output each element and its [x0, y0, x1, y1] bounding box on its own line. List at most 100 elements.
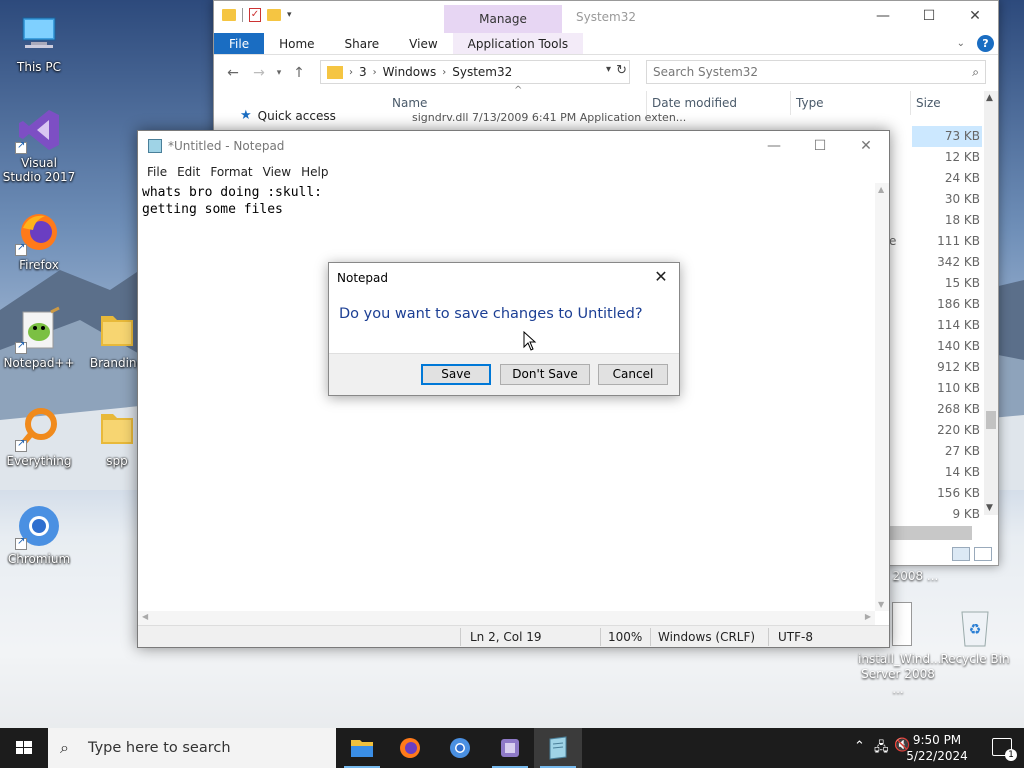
- explorer-titlebar[interactable]: ✓ ▾ Manage System32 — ☐ ✕: [214, 1, 998, 33]
- column-date-modified[interactable]: Date modified: [652, 96, 737, 110]
- horizontal-scrollbar-thumb[interactable]: [890, 526, 972, 540]
- chevron-right-icon: ›: [349, 66, 353, 78]
- breadcrumb-item[interactable]: System32: [452, 65, 512, 79]
- search-input[interactable]: Search System32 ⌕: [646, 60, 986, 84]
- size-cell: 186 KB: [937, 297, 980, 311]
- notepad-titlebar[interactable]: *Untitled - Notepad — ☐ ✕: [138, 131, 889, 161]
- desktop-icon-notepad-plus[interactable]: Notepad++: [1, 306, 77, 370]
- menu-help[interactable]: Help: [296, 161, 333, 183]
- large-icons-view-icon[interactable]: [974, 547, 992, 561]
- taskbar-notepad[interactable]: [534, 728, 582, 768]
- close-icon[interactable]: ✕: [651, 267, 671, 286]
- system-tray: ⌃ 🖧 🔇 9:50 PM 5/22/2024 1: [834, 728, 1024, 768]
- scroll-up-icon[interactable]: ▲: [878, 185, 884, 194]
- maximize-icon[interactable]: ☐: [797, 131, 843, 161]
- column-type[interactable]: Type: [796, 96, 824, 110]
- dont-save-button[interactable]: Don't Save: [500, 364, 590, 385]
- save-changes-dialog[interactable]: Notepad ✕ Do you want to save changes to…: [328, 262, 680, 396]
- windows-logo-icon: [16, 741, 32, 754]
- tab-view[interactable]: View: [394, 33, 452, 54]
- dialog-footer: Save Don't Save Cancel: [329, 353, 679, 395]
- breadcrumb-item[interactable]: 3: [359, 65, 367, 79]
- column-size[interactable]: Size: [916, 96, 941, 110]
- taskbar-search-input[interactable]: ⌕ Type here to search: [48, 728, 336, 768]
- network-icon[interactable]: 🖧: [874, 738, 889, 760]
- menu-edit[interactable]: Edit: [172, 161, 205, 183]
- desktop-icon-label: Everything: [6, 454, 72, 468]
- nav-item-quick-access[interactable]: ★ Quick access: [240, 108, 336, 123]
- desktop-icon-this-pc[interactable]: This PC: [1, 10, 77, 74]
- minimize-icon[interactable]: —: [860, 1, 906, 31]
- firefox-icon: [400, 738, 420, 758]
- recycle-bin-icon: ♻: [956, 604, 994, 651]
- search-icon[interactable]: ⌕: [972, 61, 979, 83]
- taskbar-chromium[interactable]: [436, 728, 484, 768]
- scrollbar-thumb[interactable]: [986, 411, 996, 429]
- desktop-icon-label: Visual Studio 2017: [2, 156, 76, 184]
- chevron-down-icon[interactable]: ▾: [606, 64, 611, 75]
- chevron-up-icon[interactable]: ⌃: [854, 739, 865, 754]
- desktop-icon-firefox[interactable]: Firefox: [1, 208, 77, 272]
- folder-icon[interactable]: [222, 9, 236, 21]
- scroll-down-icon[interactable]: ▼: [986, 503, 993, 513]
- back-icon[interactable]: ←: [220, 65, 246, 81]
- help-icon[interactable]: ?: [977, 35, 994, 52]
- up-icon[interactable]: ↑: [286, 65, 312, 81]
- notification-count-badge: 1: [1005, 749, 1017, 761]
- size-cell: 114 KB: [937, 318, 980, 332]
- vertical-scrollbar[interactable]: ▲ ▼: [984, 91, 998, 515]
- scroll-up-icon[interactable]: ▲: [986, 93, 993, 103]
- desktop-icon-everything[interactable]: Everything: [1, 404, 77, 468]
- ribbon-right: ⌄ ?: [957, 35, 994, 52]
- tab-file[interactable]: File: [214, 33, 265, 54]
- customize-qat-icon[interactable]: ▾: [287, 10, 292, 20]
- close-icon[interactable]: ✕: [843, 131, 889, 161]
- address-bar[interactable]: › 3 › Windows › System32 ▾ ↻: [320, 60, 630, 84]
- mouse-cursor-icon: [523, 331, 537, 351]
- scroll-left-icon[interactable]: ◀: [142, 612, 148, 621]
- taskbar-app[interactable]: [486, 728, 534, 768]
- scroll-down-icon[interactable]: ▼: [878, 600, 884, 609]
- maximize-icon[interactable]: ☐: [906, 1, 952, 31]
- details-view-icon[interactable]: [952, 547, 970, 561]
- desktop-icon-chromium[interactable]: Chromium: [1, 502, 77, 566]
- menu-file[interactable]: File: [142, 161, 172, 183]
- tab-manage[interactable]: Manage: [444, 5, 562, 33]
- tab-share[interactable]: Share: [330, 33, 395, 54]
- minimize-icon[interactable]: —: [751, 131, 797, 161]
- tab-application-tools[interactable]: Application Tools: [452, 33, 584, 54]
- size-cell: 9 KB: [952, 507, 980, 521]
- taskbar-firefox[interactable]: [386, 728, 434, 768]
- expand-ribbon-icon[interactable]: ⌄: [957, 38, 965, 49]
- start-button[interactable]: [0, 728, 48, 768]
- size-column-values: 73 KB 12 KB 24 KB 30 KB 18 KB 111 KB 342 KB 15 …: [912, 126, 982, 525]
- tab-home[interactable]: Home: [264, 33, 329, 54]
- cancel-button[interactable]: Cancel: [598, 364, 668, 385]
- save-button[interactable]: Save: [421, 364, 491, 385]
- properties-icon[interactable]: ✓: [249, 8, 261, 22]
- scroll-right-icon[interactable]: ▶: [865, 612, 871, 621]
- list-item[interactable]: signdrv.dll 7/13/2009 6:41 PM Applicatio…: [412, 111, 686, 124]
- refresh-icon[interactable]: ↻: [616, 63, 627, 78]
- line-ending: Windows (CRLF): [658, 630, 756, 644]
- menu-format[interactable]: Format: [205, 161, 257, 183]
- size-cell: 27 KB: [944, 444, 980, 458]
- menu-view[interactable]: View: [258, 161, 296, 183]
- taskbar-file-explorer[interactable]: [338, 728, 386, 768]
- close-icon[interactable]: ✕: [952, 1, 998, 31]
- column-name[interactable]: Name: [392, 96, 427, 110]
- notification-center-button[interactable]: 1: [992, 738, 1017, 761]
- chevron-right-icon: ›: [372, 66, 377, 78]
- clock[interactable]: 9:50 PM 5/22/2024: [902, 732, 972, 764]
- new-folder-icon[interactable]: [267, 9, 281, 21]
- desktop-icon-visual-studio[interactable]: Visual Studio 2017: [1, 106, 77, 184]
- size-cell: 912 KB: [937, 360, 980, 374]
- ribbon-tabs: File Home Share View Application Tools ⌄…: [214, 33, 998, 55]
- forward-icon[interactable]: →: [246, 65, 272, 81]
- vertical-scrollbar[interactable]: ▲ ▼: [875, 183, 889, 611]
- breadcrumb-item[interactable]: Windows: [383, 65, 437, 79]
- text-editor[interactable]: whats bro doing :skull: getting some fil…: [138, 183, 875, 611]
- divider: [650, 628, 651, 646]
- horizontal-scrollbar[interactable]: ◀ ▶: [138, 611, 875, 625]
- recent-locations-icon[interactable]: ▾: [272, 68, 286, 78]
